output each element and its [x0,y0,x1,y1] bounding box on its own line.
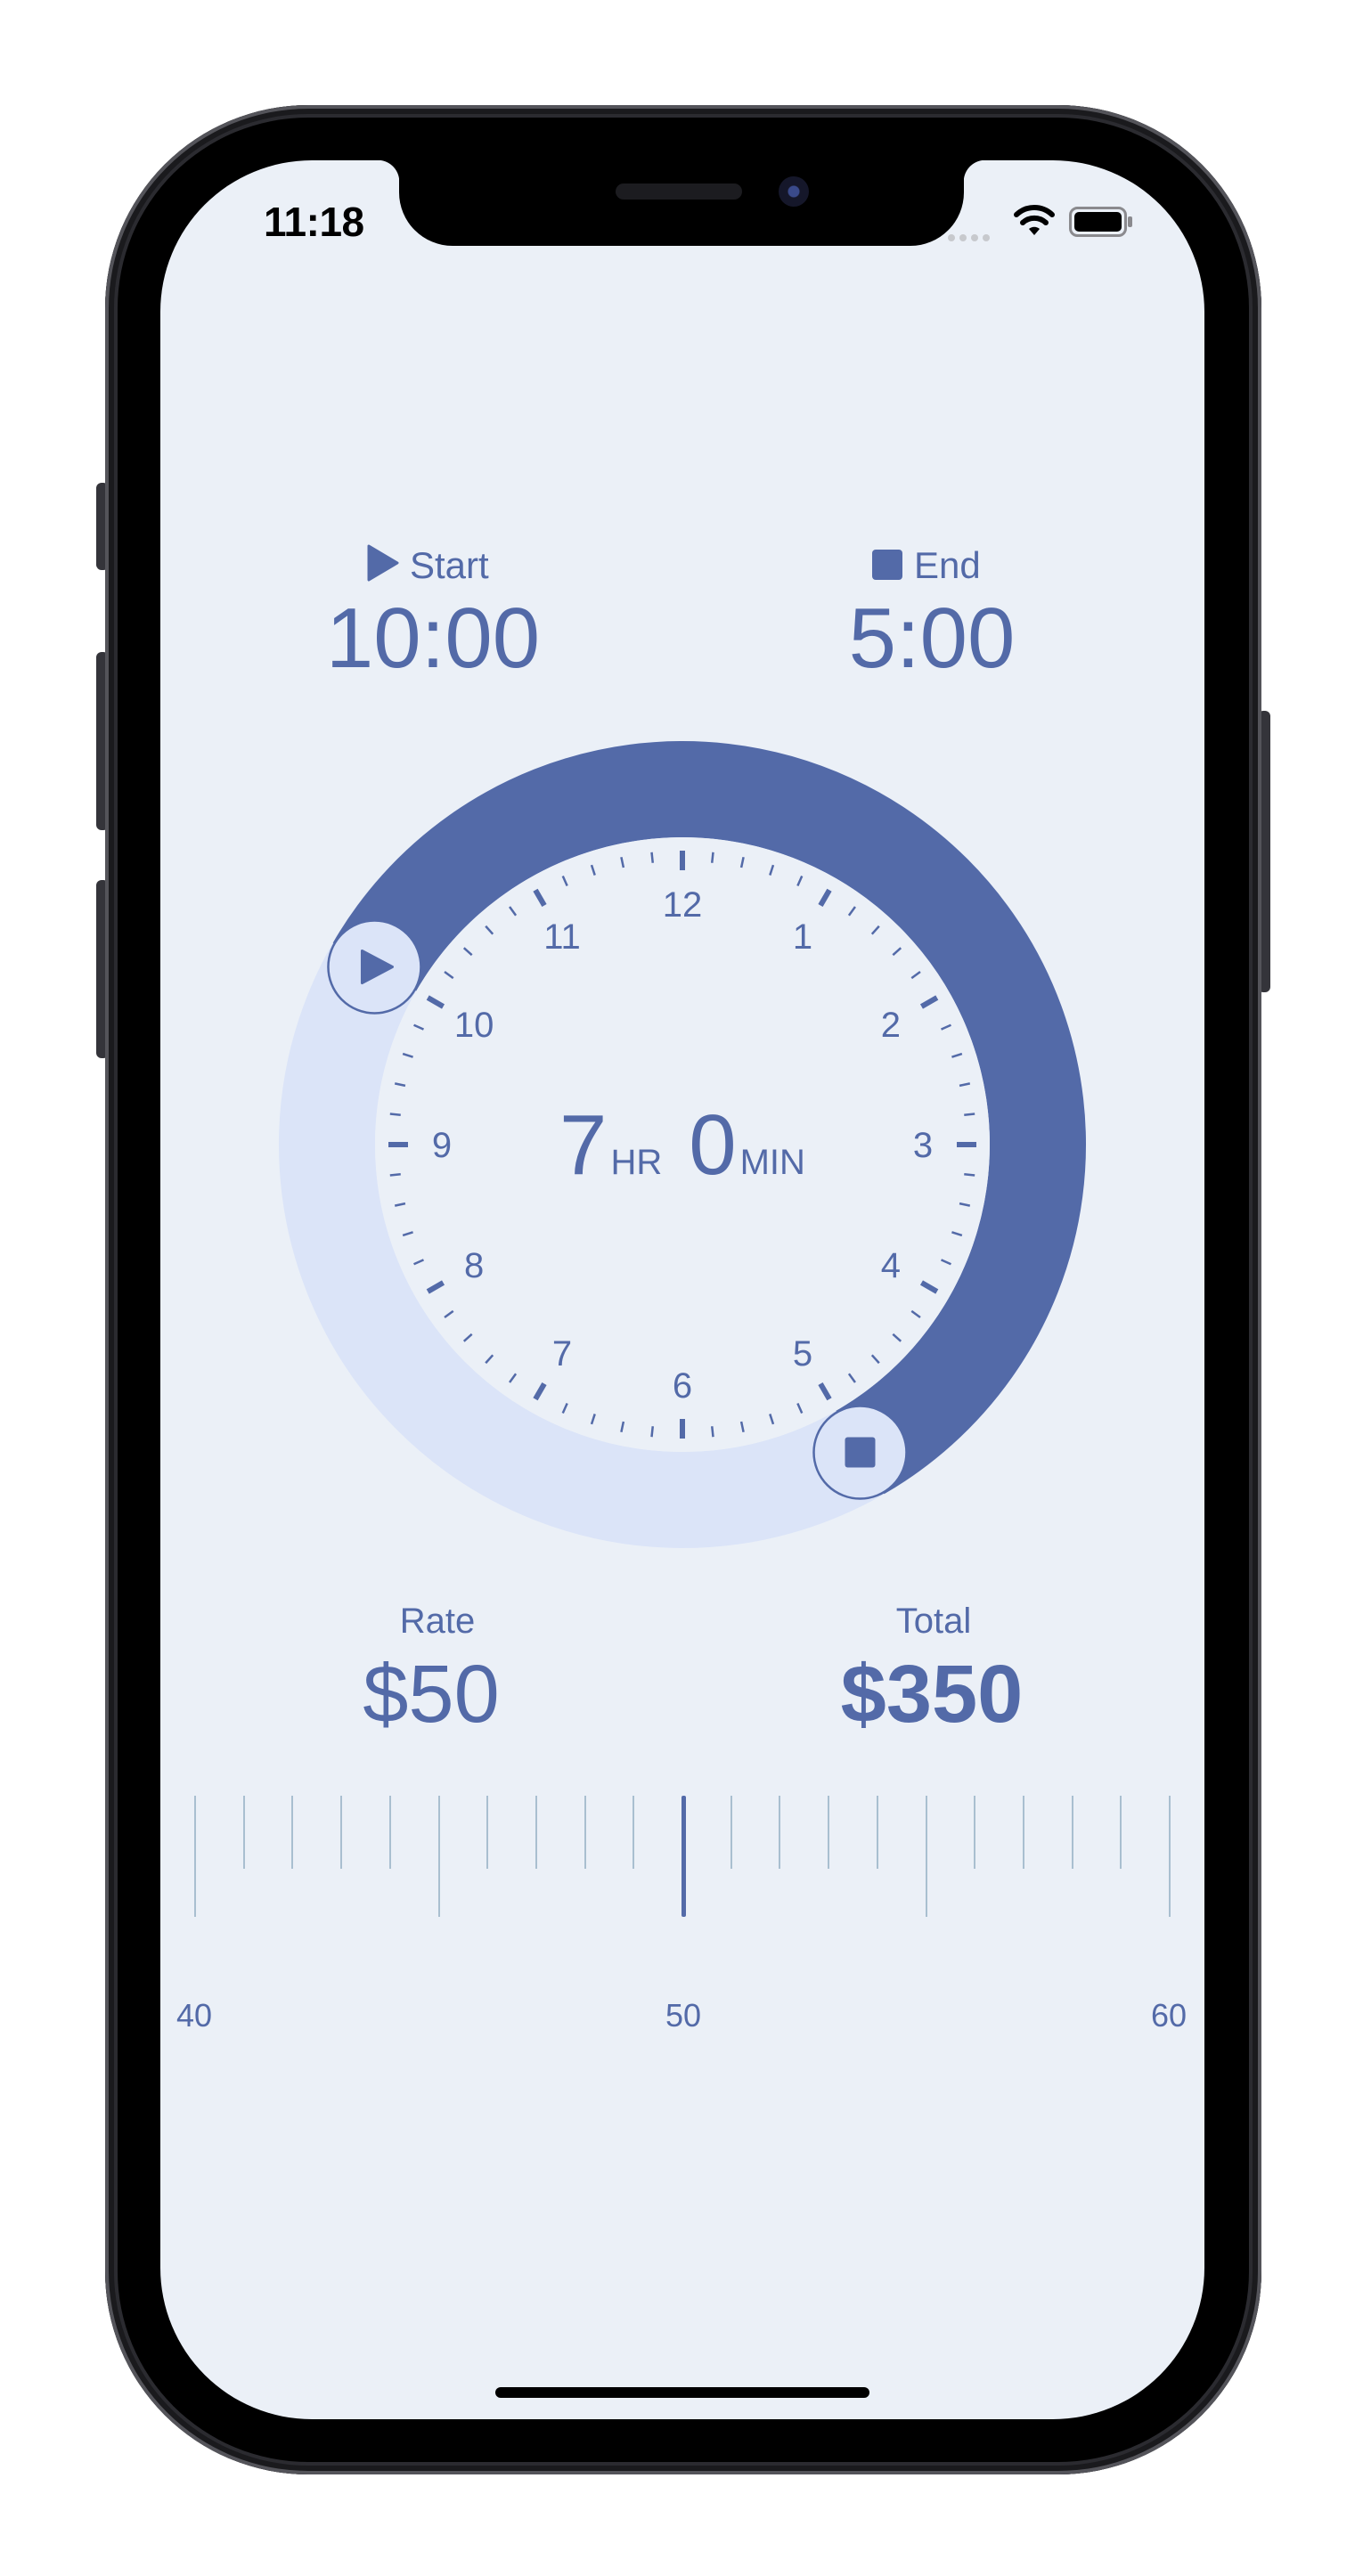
ruler-tick [730,1796,732,1869]
ruler-tick [876,1796,878,1869]
minute-tick [710,852,714,863]
hour-number: 10 [454,1006,494,1045]
hour-number: 7 [552,1334,572,1374]
duration-minutes: 0 [689,1097,736,1193]
ruler-tick [1022,1796,1024,1869]
ruler-label-max: 60 [1150,1997,1188,2034]
hour-number: 3 [913,1126,933,1165]
hour-number: 1 [793,917,812,957]
hour-number: 11 [543,917,581,957]
ruler-tick [242,1796,245,1869]
home-indicator [495,2387,869,2398]
ruler-tick [925,1796,927,1917]
ruler-tick [535,1796,537,1869]
minute-tick [650,852,655,863]
minute-tick [650,1426,655,1438]
minute-tick [710,1426,714,1438]
ruler-tick [388,1796,391,1869]
hour-number: 8 [464,1246,484,1285]
duration-hours: 7 [559,1097,607,1193]
hour-number: 6 [673,1366,692,1406]
start-handle[interactable] [327,919,422,1015]
minute-tick [389,1172,401,1177]
total-value: $350 [840,1649,1024,1740]
rate-slider-indicator[interactable] [682,1796,686,1917]
stop-icon [845,1437,876,1468]
duration-minutes-unit: MIN [740,1143,805,1182]
ruler-tick [486,1796,489,1869]
duration-hours-unit: HR [610,1143,662,1182]
clock-face [375,837,990,1452]
ruler-label-mid: 50 [665,1997,702,2034]
ruler-tick [779,1796,781,1869]
rate-value: $50 [363,1649,500,1740]
ruler-tick [437,1796,440,1917]
minute-tick [964,1113,975,1117]
minute-tick [964,1172,975,1177]
total-label: Total [895,1602,972,1641]
minute-tick [389,1113,401,1117]
hour-number: 12 [663,885,703,925]
ruler-tick [291,1796,294,1869]
ruler-tick [340,1796,343,1869]
hour-number: 5 [793,1334,812,1374]
ruler-label-min: 40 [175,1997,213,2034]
ruler-tick [1071,1796,1073,1869]
ruler-tick [974,1796,976,1869]
ruler-tick [194,1796,196,1917]
hour-number: 4 [881,1246,901,1285]
ruler-tick [1169,1796,1171,1917]
ruler-tick [1120,1796,1122,1869]
time-dial[interactable]: 121234567891011 7 HR 0 MIN [0,0,1363,1603]
ruler-tick [828,1796,830,1869]
rate-label: Rate [399,1602,476,1641]
ruler-tick [584,1796,586,1869]
end-handle[interactable] [812,1405,908,1500]
hour-number: 9 [432,1126,452,1165]
ruler-tick [633,1796,635,1869]
hour-number: 2 [881,1006,901,1045]
